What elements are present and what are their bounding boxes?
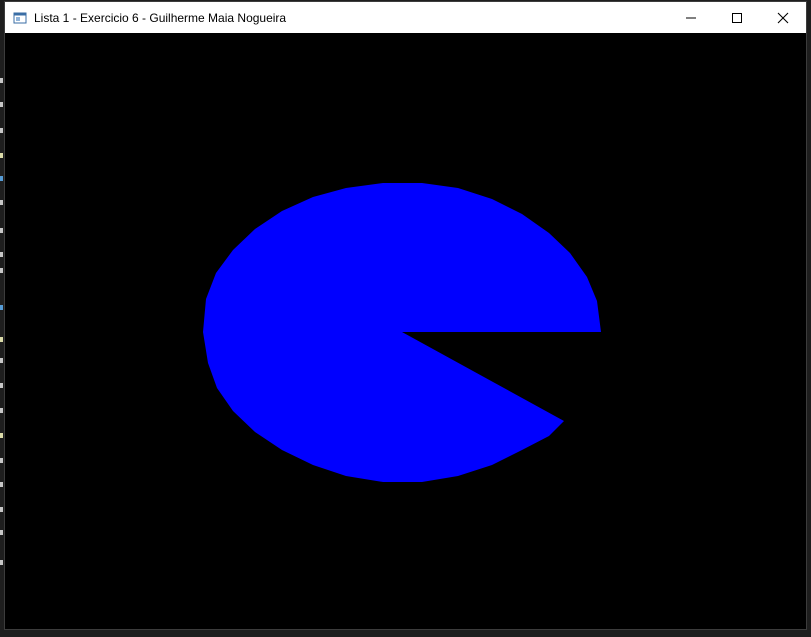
background-text-mark <box>0 200 3 205</box>
background-text-mark <box>0 128 3 133</box>
maximize-icon <box>732 12 742 23</box>
minimize-button[interactable] <box>668 2 714 33</box>
maximize-button[interactable] <box>714 2 760 33</box>
background-text-mark <box>0 433 3 438</box>
minimize-icon <box>686 17 696 18</box>
background-text-mark <box>0 305 3 310</box>
background-text-mark <box>0 252 3 257</box>
background-text-mark <box>0 268 3 273</box>
background-text-mark <box>0 78 3 83</box>
background-text-mark <box>0 408 3 413</box>
background-text-mark <box>0 530 3 535</box>
window-title: Lista 1 - Exercicio 6 - Guilherme Maia N… <box>34 10 287 25</box>
app-window-icon <box>13 11 27 25</box>
background-text-mark <box>0 458 3 463</box>
pacman-shape <box>203 183 601 482</box>
window-controls <box>668 2 806 33</box>
background-text-mark <box>0 482 3 487</box>
background-text-mark <box>0 358 3 363</box>
background-text-mark <box>0 153 3 158</box>
close-icon <box>777 12 789 23</box>
background-text-mark <box>0 383 3 388</box>
background-text-mark <box>0 560 3 565</box>
close-button[interactable] <box>760 2 806 33</box>
background-text-mark <box>0 337 3 342</box>
background-text-mark <box>0 507 3 512</box>
app-window: Lista 1 - Exercicio 6 - Guilherme Maia N… <box>4 1 807 630</box>
background-text-mark <box>0 176 3 181</box>
render-canvas[interactable] <box>5 33 806 629</box>
background-text-mark <box>0 228 3 233</box>
background-text-mark <box>0 102 3 107</box>
pacman-drawing <box>203 183 601 482</box>
title-bar[interactable]: Lista 1 - Exercicio 6 - Guilherme Maia N… <box>5 2 806 33</box>
